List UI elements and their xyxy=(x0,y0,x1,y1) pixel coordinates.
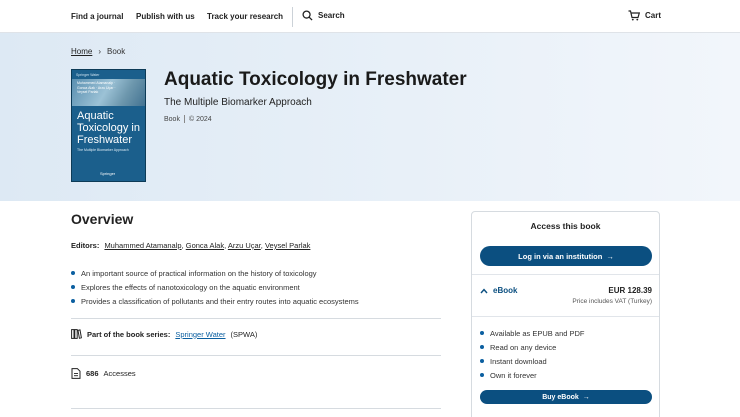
list-item: Read on any device xyxy=(480,340,585,354)
list-item: An important source of practical informa… xyxy=(71,266,359,280)
bullet-icon xyxy=(71,299,75,303)
book-meta: Book © 2024 xyxy=(164,115,212,123)
ebook-price: EUR 128.39 xyxy=(608,286,652,295)
list-item-text: An important source of practical informa… xyxy=(81,268,317,278)
top-navigation: Find a journal Publish with us Track you… xyxy=(0,0,740,33)
search-icon xyxy=(302,10,313,21)
track-research-link[interactable]: Track your research xyxy=(207,12,283,21)
list-item: Provides a classification of pollutants … xyxy=(71,294,359,308)
list-item: Own it forever xyxy=(480,368,585,382)
section-divider xyxy=(71,408,441,409)
accesses-metric: 686 Accesses xyxy=(71,368,136,379)
access-panel: Access this book Log in via an instituti… xyxy=(471,211,660,417)
bullet-icon xyxy=(71,271,75,275)
cart-icon xyxy=(628,10,640,21)
editor-link[interactable]: Veysel Parlak xyxy=(265,241,310,250)
buy-ebook-button[interactable]: Buy eBook → xyxy=(480,390,652,404)
bullet-icon xyxy=(480,345,484,349)
list-item: Available as EPUB and PDF xyxy=(480,326,585,340)
search-button[interactable]: Search xyxy=(302,10,345,21)
institution-login-button[interactable]: Log in via an institution → xyxy=(480,246,652,266)
editors-label: Editors: xyxy=(71,241,100,250)
panel-divider xyxy=(472,274,659,275)
editors-line: Editors: Muhammed Atamanalp, Gonca Alak,… xyxy=(71,241,311,250)
breadcrumb-chevron-icon: › xyxy=(98,47,102,56)
list-item-text: Explores the effects of nanotoxicology o… xyxy=(81,282,300,292)
document-icon xyxy=(71,368,81,379)
cart-label: Cart xyxy=(645,11,662,20)
feature-text: Instant download xyxy=(490,356,547,366)
overview-heading: Overview xyxy=(71,211,134,227)
breadcrumb-home-link[interactable]: Home xyxy=(71,47,92,56)
search-label: Search xyxy=(318,11,345,20)
arrow-right-icon: → xyxy=(582,393,590,401)
cover-publisher: Springer xyxy=(100,171,116,176)
book-series-icon xyxy=(71,329,82,339)
book-type: Book xyxy=(164,115,180,123)
accesses-label: Accesses xyxy=(103,369,136,378)
bullet-icon xyxy=(480,359,484,363)
nav-divider xyxy=(292,7,293,27)
book-year: © 2024 xyxy=(188,115,212,123)
publish-with-us-link[interactable]: Publish with us xyxy=(136,12,195,21)
editor-link[interactable]: Gonca Alak xyxy=(186,241,224,250)
series-abbr: (SPWA) xyxy=(230,329,258,339)
cart-button[interactable]: Cart xyxy=(628,10,661,21)
book-title: Aquatic Toxicology in Freshwater xyxy=(164,69,467,90)
login-button-label: Log in via an institution xyxy=(518,251,603,261)
editor-link[interactable]: Muhammed Atamanalp xyxy=(104,241,181,250)
vat-note: Price includes VAT (Turkey) xyxy=(572,298,652,305)
arrow-right-icon: → xyxy=(606,251,614,261)
book-subtitle: The Multiple Biomarker Approach xyxy=(164,97,312,108)
breadcrumb-current: Book xyxy=(107,47,126,56)
feature-text: Own it forever xyxy=(490,370,537,380)
highlights-list: An important source of practical informa… xyxy=(71,266,359,308)
bullet-icon xyxy=(480,373,484,377)
book-cover: Springer Water Muhammed Atamanalp · Gonc… xyxy=(71,69,146,182)
cover-subtitle: The Multiple Biomarker Approach xyxy=(77,148,129,152)
book-series-line: Part of the book series: Springer Water … xyxy=(71,329,257,339)
buy-button-label: Buy eBook xyxy=(542,393,579,401)
bullet-icon xyxy=(480,331,484,335)
list-item-text: Provides a classification of pollutants … xyxy=(81,296,359,306)
section-divider xyxy=(71,318,441,319)
meta-divider xyxy=(183,115,185,123)
feature-text: Read on any device xyxy=(490,342,557,352)
ebook-features-list: Available as EPUB and PDF Read on any de… xyxy=(480,326,585,382)
book-hero: Home › Book Springer Water Muhammed Atam… xyxy=(0,33,740,201)
feature-text: Available as EPUB and PDF xyxy=(490,328,585,338)
list-item: Instant download xyxy=(480,354,585,368)
cover-series: Springer Water xyxy=(76,73,100,77)
bullet-icon xyxy=(71,285,75,289)
section-divider xyxy=(71,355,441,356)
panel-divider xyxy=(472,316,659,317)
ebook-toggle[interactable]: eBook xyxy=(480,286,517,295)
breadcrumb: Home › Book xyxy=(71,47,125,56)
find-journal-link[interactable]: Find a journal xyxy=(71,12,123,21)
chevron-up-icon xyxy=(480,288,488,293)
cover-title: Aquatic Toxicology in Freshwater xyxy=(77,110,140,146)
ebook-label: eBook xyxy=(493,286,518,295)
series-link[interactable]: Springer Water xyxy=(175,330,225,339)
cover-authors: Muhammed Atamanalp · Gonca Alak · Arzu U… xyxy=(77,81,116,94)
accesses-count: 686 xyxy=(86,369,99,378)
series-label: Part of the book series: xyxy=(87,329,171,339)
list-item: Explores the effects of nanotoxicology o… xyxy=(71,280,359,294)
editor-link[interactable]: Arzu Uçar xyxy=(228,241,261,250)
access-panel-title: Access this book xyxy=(530,221,601,231)
